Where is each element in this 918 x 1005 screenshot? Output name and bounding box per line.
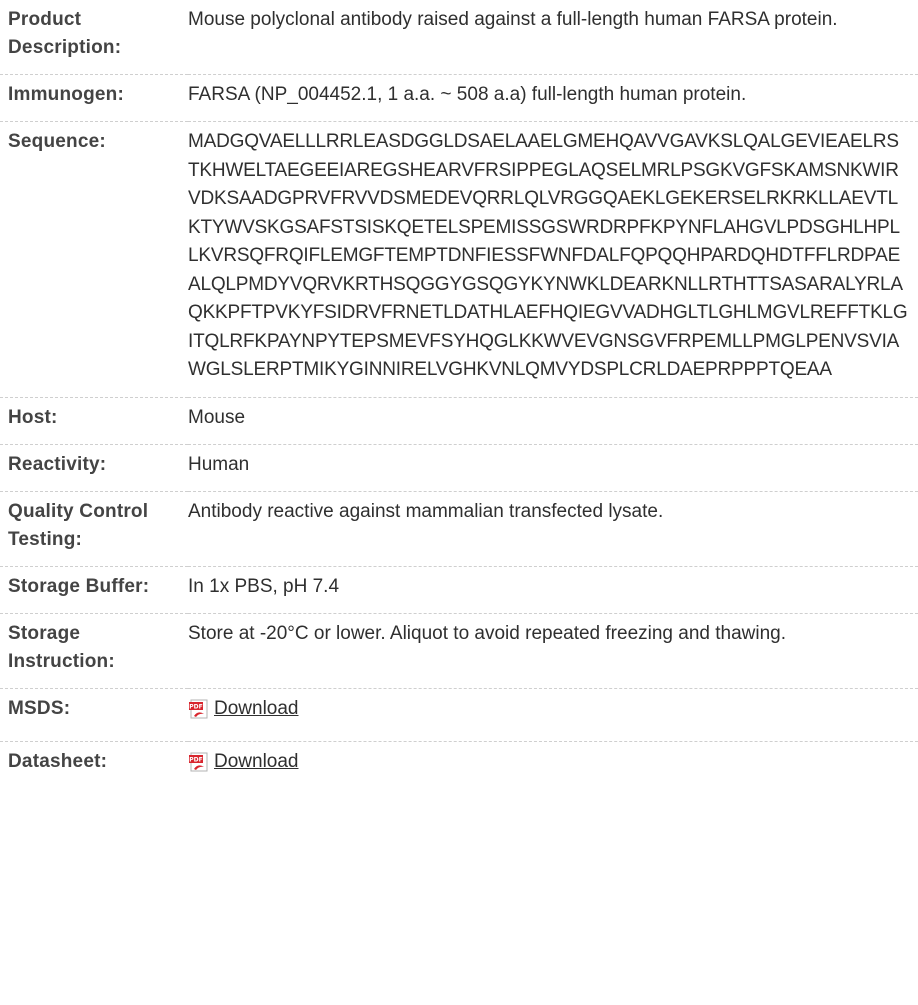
svg-text:PDF: PDF: [189, 756, 202, 763]
datasheet-value: PDF Download: [188, 741, 918, 794]
row-quality-control: Quality Control Testing: Antibody reacti…: [0, 491, 918, 566]
storage-buffer-label: Storage Buffer:: [8, 575, 150, 597]
storage-instruction-value: Store at -20°C or lower. Aliquot to avoi…: [188, 622, 787, 644]
msds-value: PDF Download: [188, 688, 918, 741]
row-msds: MSDS: PDF Download: [0, 688, 918, 741]
host-label: Host:: [8, 406, 58, 428]
row-host: Host: Mouse: [0, 397, 918, 444]
row-immunogen: Immunogen: FARSA (NP_004452.1, 1 a.a. ~ …: [0, 75, 918, 122]
msds-download-link[interactable]: PDF Download: [188, 695, 299, 723]
msds-label: MSDS:: [8, 697, 71, 719]
row-datasheet: Datasheet: PDF Download: [0, 741, 918, 794]
row-product-description: Product Description: Mouse polyclonal an…: [0, 0, 918, 75]
msds-download-text: Download: [214, 697, 299, 719]
product-description-value: Mouse polyclonal antibody raised against…: [188, 9, 838, 30]
immunogen-value: FARSA (NP_004452.1, 1 a.a. ~ 508 a.a) fu…: [188, 84, 747, 105]
svg-text:PDF: PDF: [189, 703, 202, 710]
row-sequence: Sequence: MADGQVAELLLRRLEASDGGLDSAELAAEL…: [0, 122, 918, 397]
storage-buffer-value: In 1x PBS, pH 7.4: [188, 575, 340, 597]
product-description-label: Product Description:: [8, 9, 122, 58]
row-reactivity: Reactivity: Human: [0, 444, 918, 491]
datasheet-download-text: Download: [214, 750, 299, 772]
sequence-label: Sequence:: [8, 131, 106, 152]
product-spec-table: Product Description: Mouse polyclonal an…: [0, 0, 918, 794]
quality-control-value: Antibody reactive against mammalian tran…: [188, 500, 664, 522]
quality-control-label: Quality Control Testing:: [8, 500, 149, 550]
row-storage-instruction: Storage Instruction: Store at -20°C or l…: [0, 613, 918, 688]
pdf-icon: PDF: [188, 751, 210, 773]
immunogen-label: Immunogen:: [8, 84, 124, 105]
reactivity-label: Reactivity:: [8, 453, 107, 475]
storage-instruction-label: Storage Instruction:: [8, 622, 115, 672]
pdf-icon: PDF: [188, 698, 210, 720]
sequence-value: MADGQVAELLLRRLEASDGGLDSAELAAELGMEHQAVVGA…: [188, 131, 908, 380]
datasheet-download-link[interactable]: PDF Download: [188, 748, 299, 776]
datasheet-label: Datasheet:: [8, 750, 108, 772]
host-value: Mouse: [188, 406, 246, 428]
reactivity-value: Human: [188, 453, 250, 475]
row-storage-buffer: Storage Buffer: In 1x PBS, pH 7.4: [0, 566, 918, 613]
